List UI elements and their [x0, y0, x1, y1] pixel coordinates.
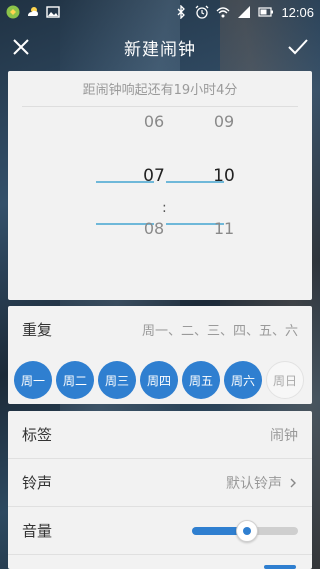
day-toggle-friday[interactable]: 周五: [182, 361, 220, 399]
time-until-alarm-hint: 距闹钟响起还有19小时4分: [22, 71, 298, 107]
chevron-right-icon: [290, 478, 296, 487]
volume-label: 音量: [22, 522, 53, 540]
minute-option[interactable]: 09: [195, 112, 253, 131]
repeat-row[interactable]: 重复 周一、二、三、四、五、六: [8, 306, 312, 352]
hour-option[interactable]: 06: [125, 112, 183, 131]
ringtone-value: 默认铃声: [226, 475, 282, 492]
day-toggle-wednesday[interactable]: 周三: [98, 361, 136, 399]
status-bar: 12:06: [0, 0, 320, 24]
status-time: 12:06: [281, 4, 314, 20]
volume-slider[interactable]: [192, 519, 298, 543]
tag-value: 闹钟: [270, 427, 298, 444]
weather-icon: [28, 7, 38, 16]
bluetooth-icon: [177, 5, 186, 19]
day-toggle-sunday[interactable]: 周日: [266, 361, 304, 399]
repeat-summary: 周一、二、三、四、五、六: [141, 323, 298, 339]
page-title: 新建闹钟: [124, 39, 196, 60]
image-icon: [46, 6, 60, 18]
tag-row[interactable]: 标签 闹钟: [8, 411, 312, 459]
day-toggle-tuesday[interactable]: 周二: [56, 361, 94, 399]
ringtone-value-wrap: 默认铃声: [226, 473, 298, 493]
time-picker: 06 07 08 : 09 10 11: [8, 107, 312, 300]
wifi-icon: [216, 7, 230, 18]
day-toggle-thursday[interactable]: 周四: [140, 361, 178, 399]
app-bar: 新建闹钟: [0, 24, 320, 70]
ringtone-row[interactable]: 铃声 默认铃声: [8, 459, 312, 507]
ringtone-label: 铃声: [22, 474, 53, 492]
partial-toggle[interactable]: [264, 565, 296, 569]
alarm-icon: [195, 5, 209, 19]
day-toggle-saturday[interactable]: 周六: [224, 361, 262, 399]
volume-thumb[interactable]: [235, 519, 258, 542]
minute-option[interactable]: 11: [195, 219, 253, 238]
hour-selected[interactable]: 07: [125, 166, 183, 186]
tag-label: 标签: [22, 426, 53, 444]
app-notification-icon: [6, 5, 20, 19]
check-icon: [288, 39, 308, 55]
battery-icon: [258, 7, 274, 17]
settings-card: 标签 闹钟 铃声 默认铃声 音量: [8, 411, 312, 569]
time-separator: :: [162, 200, 167, 216]
day-toggle-monday[interactable]: 周一: [14, 361, 52, 399]
minute-selected[interactable]: 10: [195, 166, 253, 186]
status-right-icons: 12:06: [174, 5, 314, 20]
signal-icon: [238, 6, 251, 18]
repeat-card: 重复 周一、二、三、四、五、六 周一 周二 周三 周四 周五 周六 周日: [8, 306, 312, 404]
repeat-label: 重复: [22, 320, 53, 339]
close-icon: [13, 39, 29, 55]
weekday-selector: 周一 周二 周三 周四 周五 周六 周日: [8, 356, 312, 404]
confirm-button[interactable]: [285, 34, 311, 60]
volume-row: 音量: [8, 507, 312, 555]
hour-option[interactable]: 08: [125, 219, 183, 238]
time-picker-card: 距闹钟响起还有19小时4分 06 07 08 : 09 10 11: [8, 71, 312, 300]
close-button[interactable]: [8, 34, 34, 60]
status-left-icons: [6, 5, 60, 19]
